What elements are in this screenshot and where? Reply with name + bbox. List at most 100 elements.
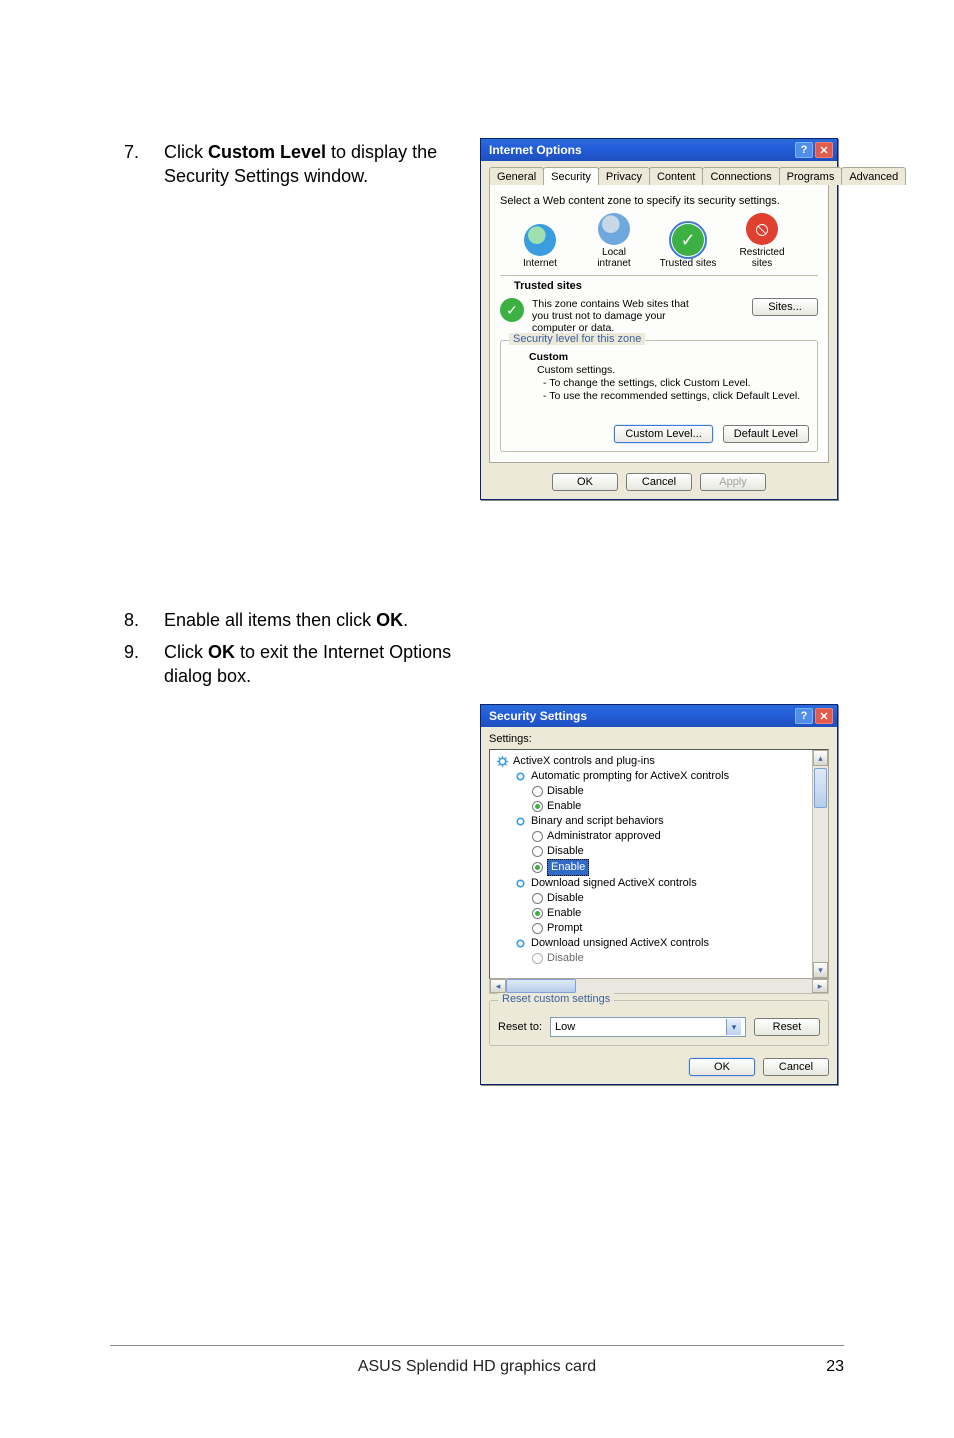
- radio-icon: [532, 831, 543, 842]
- node-dl-unsigned-label: Download unsigned ActiveX controls: [531, 936, 709, 951]
- zone-intranet-label: Local intranet: [597, 247, 630, 269]
- radio-label: Enable: [547, 906, 581, 921]
- tab-privacy[interactable]: Privacy: [598, 167, 650, 185]
- node-activex-label: ActiveX controls and plug-ins: [513, 754, 655, 769]
- help-icon[interactable]: ?: [795, 142, 813, 158]
- ok-button[interactable]: OK: [552, 473, 618, 491]
- custom-level-button[interactable]: Custom Level...: [614, 425, 712, 443]
- scroll-thumb[interactable]: [814, 768, 827, 808]
- step-7-bold: Custom Level: [208, 142, 326, 162]
- footer-divider: [110, 1345, 844, 1346]
- step-7-pre: Click: [164, 142, 208, 162]
- chevron-down-icon[interactable]: ▾: [726, 1019, 741, 1035]
- radio-icon: [532, 786, 543, 797]
- zone-internet[interactable]: Internet: [510, 224, 570, 269]
- reset-button[interactable]: Reset: [754, 1018, 820, 1036]
- radio-label: Enable: [547, 799, 581, 814]
- step-7-text: Click Custom Level to display the Securi…: [164, 140, 494, 188]
- settings-label: Settings:: [489, 733, 829, 745]
- cancel-button[interactable]: Cancel: [626, 473, 692, 491]
- node-autoprompt[interactable]: Automatic prompting for ActiveX controls: [492, 769, 826, 784]
- radio-icon: [532, 801, 543, 812]
- horizontal-scrollbar[interactable]: ◂ ▸: [489, 978, 829, 994]
- gear-icon: [514, 877, 527, 890]
- radio-disable-1[interactable]: Disable: [492, 784, 826, 799]
- io-dialog-buttons: OK Cancel Apply: [489, 473, 829, 491]
- tab-programs[interactable]: Programs: [779, 167, 843, 185]
- node-activex[interactable]: ActiveX controls and plug-ins: [492, 754, 826, 769]
- tab-content[interactable]: Content: [649, 167, 704, 185]
- radio-icon: [532, 862, 543, 873]
- zone-restricted-sites[interactable]: ⦸ Restricted sites: [732, 213, 792, 269]
- tab-advanced[interactable]: Advanced: [841, 167, 906, 185]
- cancel-button[interactable]: Cancel: [763, 1058, 829, 1076]
- reset-to-value: Low: [555, 1021, 575, 1033]
- radio-disable-cutoff[interactable]: Disable: [492, 951, 826, 966]
- globe-icon: [524, 224, 556, 256]
- radio-disable-3[interactable]: Disable: [492, 891, 826, 906]
- custom-line-2: - To change the settings, click Custom L…: [529, 377, 809, 390]
- apply-button[interactable]: Apply: [700, 473, 766, 491]
- node-download-unsigned[interactable]: Download unsigned ActiveX controls: [492, 936, 826, 951]
- radio-enable-3[interactable]: Enable: [492, 906, 826, 921]
- scroll-left-icon[interactable]: ◂: [490, 979, 506, 993]
- step-8-bold: OK: [376, 610, 403, 630]
- tab-security[interactable]: Security: [543, 167, 599, 185]
- footer-text: ASUS Splendid HD graphics card: [0, 1358, 954, 1376]
- internet-options-dialog: Internet Options ? ✕ General Security Pr…: [480, 138, 838, 500]
- node-binary[interactable]: Binary and script behaviors: [492, 814, 826, 829]
- radio-label: Disable: [547, 951, 584, 966]
- radio-disable-2[interactable]: Disable: [492, 844, 826, 859]
- close-icon[interactable]: ✕: [815, 142, 833, 158]
- radio-label-highlighted: Enable: [547, 859, 589, 876]
- settings-tree[interactable]: ▴ ▾ ActiveX controls and plug-ins Automa…: [489, 749, 829, 979]
- zone-trusted-sites[interactable]: ✓ Trusted sites: [658, 224, 718, 269]
- help-icon[interactable]: ?: [795, 708, 813, 724]
- custom-heading: Custom: [529, 351, 809, 364]
- trusted-sites-row: ✓ This zone contains Web sites that you …: [500, 298, 818, 334]
- tab-connections[interactable]: Connections: [702, 167, 779, 185]
- checkmark-icon: ✓: [500, 298, 524, 322]
- reset-to-combo[interactable]: Low ▾: [550, 1017, 746, 1037]
- vertical-scrollbar[interactable]: ▴ ▾: [812, 750, 828, 978]
- tab-general[interactable]: General: [489, 167, 544, 185]
- close-icon[interactable]: ✕: [815, 708, 833, 724]
- radio-label: Disable: [547, 844, 584, 859]
- zone-trusted-label: Trusted sites: [660, 258, 717, 269]
- radio-prompt[interactable]: Prompt: [492, 921, 826, 936]
- reset-legend: Reset custom settings: [498, 993, 614, 1005]
- radio-admin[interactable]: Administrator approved: [492, 829, 826, 844]
- zone-row: Internet Local intranet ✓ Trusted sites …: [500, 213, 818, 269]
- io-titlebar[interactable]: Internet Options ? ✕: [481, 139, 837, 161]
- ss-titlebar[interactable]: Security Settings ? ✕: [481, 705, 837, 727]
- node-download-signed[interactable]: Download signed ActiveX controls: [492, 876, 826, 891]
- default-level-button[interactable]: Default Level: [723, 425, 809, 443]
- radio-icon: [532, 908, 543, 919]
- node-dl-signed-label: Download signed ActiveX controls: [531, 876, 697, 891]
- step-8-text: Enable all items then click OK.: [164, 608, 408, 632]
- step-9-bold: OK: [208, 642, 235, 662]
- radio-label: Disable: [547, 784, 584, 799]
- radio-enable-2-selected[interactable]: Enable: [492, 859, 826, 876]
- step-9: 9. Click OK to exit the Internet Options…: [124, 640, 844, 688]
- step-8-pre: Enable all items then click: [164, 610, 376, 630]
- scroll-up-icon[interactable]: ▴: [813, 750, 828, 766]
- zone-local-intranet[interactable]: Local intranet: [584, 213, 644, 269]
- custom-line-1: Custom settings.: [529, 364, 809, 377]
- trusted-sites-heading: Trusted sites: [514, 280, 818, 292]
- reset-custom-group: Reset custom settings Reset to: Low ▾ Re…: [489, 1000, 829, 1046]
- ok-button[interactable]: OK: [689, 1058, 755, 1076]
- scroll-right-icon[interactable]: ▸: [812, 979, 828, 993]
- node-autoprompt-label: Automatic prompting for ActiveX controls: [531, 769, 729, 784]
- sites-button[interactable]: Sites...: [752, 298, 818, 316]
- zone-restricted-label: Restricted sites: [739, 247, 784, 269]
- radio-icon: [532, 846, 543, 857]
- gear-icon: [496, 755, 509, 768]
- step-9-text: Click OK to exit the Internet Options di…: [164, 640, 494, 688]
- h-scroll-thumb[interactable]: [506, 979, 576, 993]
- io-title: Internet Options: [489, 143, 582, 157]
- io-intro: Select a Web content zone to specify its…: [500, 195, 818, 207]
- node-binary-label: Binary and script behaviors: [531, 814, 664, 829]
- gear-icon: [514, 815, 527, 828]
- radio-enable-1[interactable]: Enable: [492, 799, 826, 814]
